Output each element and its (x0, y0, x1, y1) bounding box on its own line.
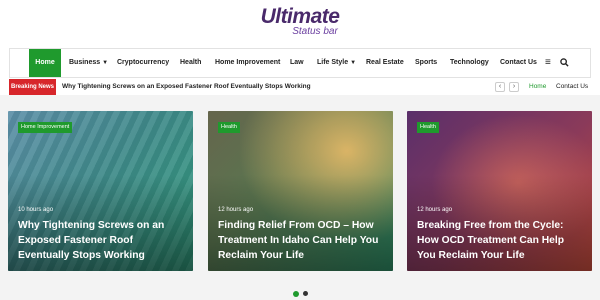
nav-item-label: Business (69, 59, 101, 66)
category-badge[interactable]: Home Improvement (18, 122, 73, 133)
post-title[interactable]: Finding Relief From OCD – How Treatment … (218, 218, 386, 263)
slider-dot-1[interactable] (292, 290, 299, 297)
nav-item-home[interactable]: Home (29, 49, 61, 77)
chevron-down-icon: ▼ (350, 60, 357, 66)
post-title[interactable]: Why Tightening Screws on an Exposed Fast… (18, 218, 186, 263)
nav-item-technology[interactable]: Technology (450, 49, 489, 77)
next-arrow-icon[interactable]: › (509, 82, 519, 92)
post-title[interactable]: Breaking Free from the Cycle: How OCD Tr… (417, 218, 585, 263)
nav-item-label: Law (290, 59, 304, 66)
slider-dot-2[interactable] (302, 291, 308, 297)
nav-item-contact-us[interactable]: Contact Us (500, 49, 537, 77)
nav-item-label: Cryptocurrency (117, 59, 170, 66)
breaking-news-label: Breaking News (9, 79, 56, 95)
nav-item-label: Sports (415, 59, 438, 66)
nav-item-sports[interactable]: Sports (415, 49, 437, 77)
featured-card-1[interactable]: Home Improvement 10 hours ago Why Tighte… (8, 111, 193, 271)
chevron-down-icon: ▼ (102, 60, 109, 66)
post-time: 12 hours ago (218, 207, 254, 213)
site-logo[interactable]: Ultimate Status bar (0, 5, 600, 38)
nav-item-label: Home Improvement (215, 59, 281, 66)
post-time: 12 hours ago (417, 207, 453, 213)
nav-item-label: Life Style (317, 59, 349, 66)
top-link-contact-us[interactable]: Contact Us (556, 79, 588, 95)
post-time: 10 hours ago (18, 207, 54, 213)
nav-item-label: Contact Us (500, 59, 537, 66)
nav-item-label: Health (180, 59, 202, 66)
breaking-news-bar: Breaking News Why Tightening Screws on a… (9, 79, 591, 95)
logo-wordmark: Ultimate (260, 5, 340, 28)
nav-item-home-improvement[interactable]: Home Improvement (215, 49, 280, 77)
nav-item-life-style[interactable]: Life Style ▼ (317, 49, 356, 77)
featured-card-2[interactable]: Health 12 hours ago Finding Relief From … (208, 111, 393, 271)
nav-item-business[interactable]: Business ▼ (69, 49, 108, 77)
prev-arrow-icon[interactable]: ‹ (495, 82, 505, 92)
featured-card-3[interactable]: Health 12 hours ago Breaking Free from t… (407, 111, 592, 271)
nav-item-law[interactable]: Law (290, 49, 304, 77)
nav-item-label: Real Estate (366, 59, 404, 66)
breaking-news-headline[interactable]: Why Tightening Screws on an Exposed Fast… (62, 79, 311, 95)
nav-item-health[interactable]: Health (180, 49, 201, 77)
logo-tagline: Status bar (292, 26, 338, 37)
search-icon[interactable] (560, 49, 569, 77)
nav-item-label: Technology (450, 59, 489, 66)
category-badge[interactable]: Health (218, 122, 240, 133)
nav-item-cryptocurrency[interactable]: Cryptocurrency (117, 49, 169, 77)
nav-item-label: Home (35, 59, 55, 66)
category-badge[interactable]: Health (417, 122, 439, 133)
slider-pagination (0, 285, 600, 300)
top-link-home[interactable]: Home (529, 79, 546, 95)
nav-item-real-estate[interactable]: Real Estate (366, 49, 404, 77)
menu-icon[interactable]: ≡ (545, 49, 551, 77)
main-nav: Home Business ▼ Cryptocurrency Health Hom… (9, 48, 591, 78)
